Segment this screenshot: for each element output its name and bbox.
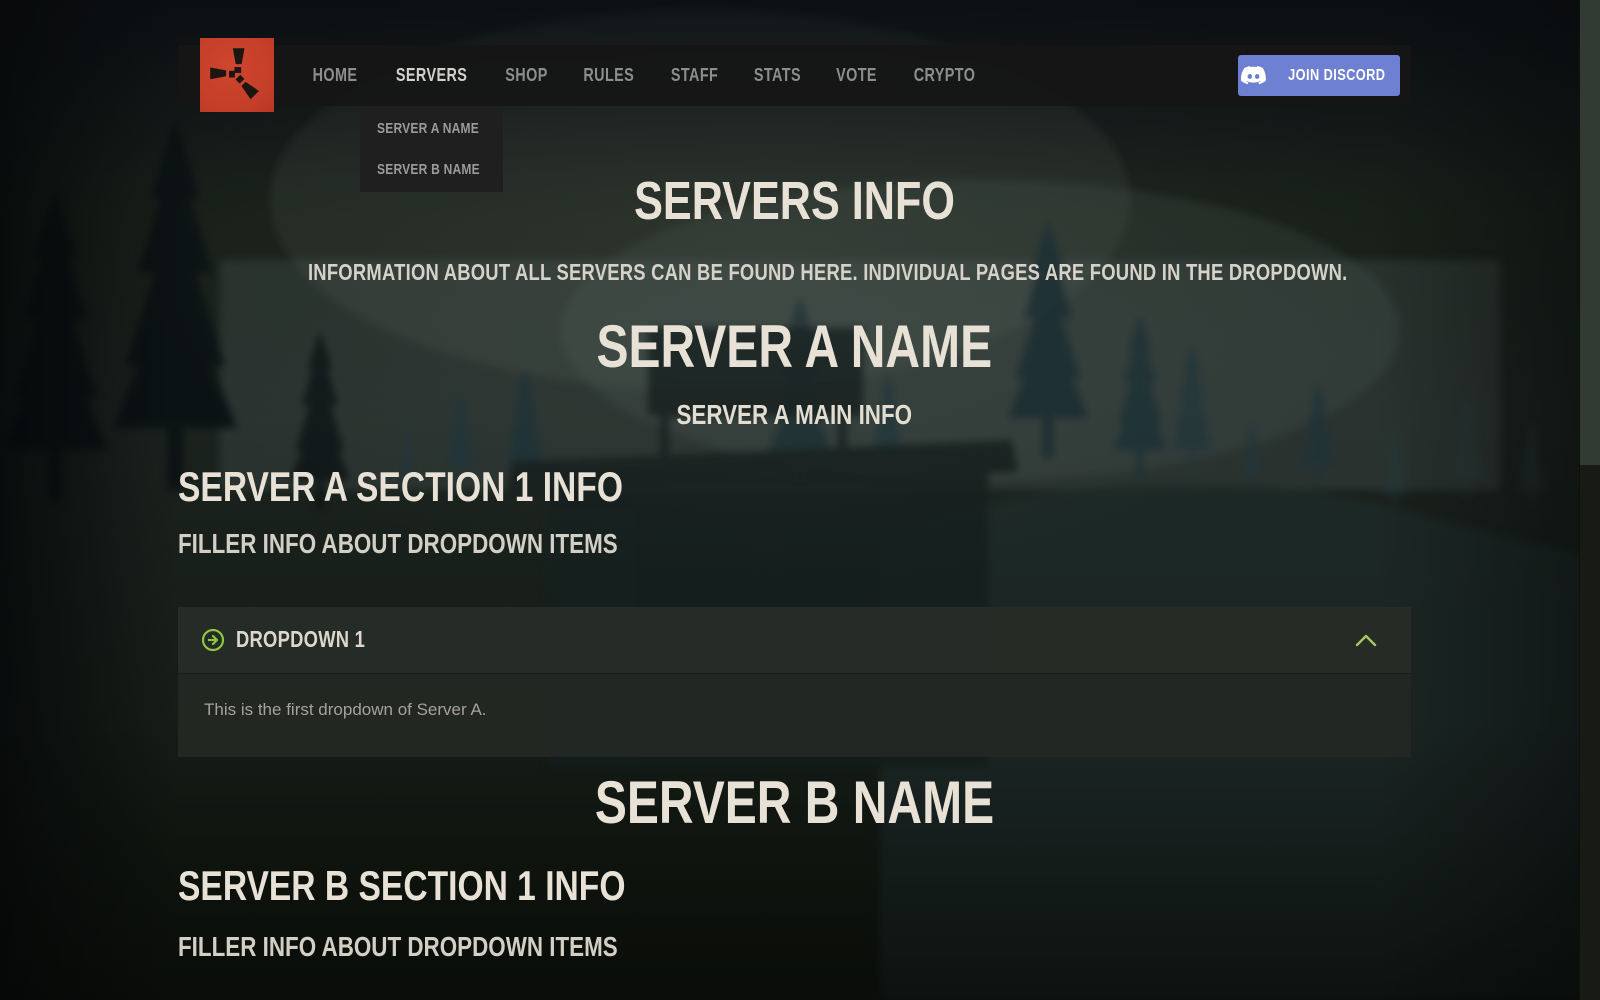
nav-item-servers[interactable]: SERVERS (376, 45, 487, 106)
server-a-section-title: SERVER A SECTION 1 INFO (178, 462, 623, 510)
discord-icon (1241, 65, 1267, 84)
dropdown-1-title: DROPDOWN 1 (236, 626, 366, 653)
nav-item-staff[interactable]: STAFF (654, 45, 735, 106)
dropdown-1-body-text: This is the first dropdown of Server A. (204, 699, 487, 719)
server-a-main-info: SERVER A MAIN INFO (676, 399, 913, 431)
dropdown-item-server-b[interactable]: SERVER B NAME (360, 149, 503, 190)
nav-item-stats[interactable]: STATS (737, 45, 818, 106)
dropdown-1-header[interactable]: DROPDOWN 1 (178, 606, 1411, 674)
server-a-filler-text: FILLER INFO ABOUT DROPDOWN ITEMS (178, 528, 618, 560)
scrollbar-thumb[interactable] (1580, 0, 1600, 465)
rust-logo-icon (210, 48, 259, 100)
nav-item-shop[interactable]: SHOP (489, 45, 564, 106)
dropdown-1-accordion: DROPDOWN 1 This is the first dropdown of… (178, 606, 1411, 757)
scrollbar[interactable] (1579, 0, 1600, 1000)
navbar: HOME SERVERS SHOP RULES STAFF STATS VOTE… (178, 38, 1411, 192)
rust-logo[interactable] (200, 38, 274, 112)
nav-item-vote[interactable]: VOTE (820, 45, 893, 106)
nav-menu: HOME SERVERS SHOP RULES STAFF STATS VOTE… (296, 45, 994, 106)
page-intro: INFORMATION ABOUT ALL SERVERS CAN BE FOU… (307, 258, 1348, 285)
servers-dropdown-menu: SERVER A NAME SERVER B NAME (360, 106, 503, 192)
circle-arrow-right-icon (201, 628, 225, 651)
server-b-title: SERVER B NAME (594, 768, 995, 836)
chevron-up-icon (1355, 634, 1377, 646)
server-a-title: SERVER A NAME (596, 313, 993, 381)
main-content: SERVERS INFO INFORMATION ABOUT ALL SERVE… (178, 106, 1411, 965)
server-b-filler-text: FILLER INFO ABOUT DROPDOWN ITEMS (178, 930, 618, 962)
nav-item-home[interactable]: HOME (296, 45, 374, 106)
nav-item-rules[interactable]: RULES (566, 45, 652, 106)
nav-item-crypto[interactable]: CRYPTO (895, 45, 994, 106)
dropdown-1-body: This is the first dropdown of Server A. (178, 673, 1411, 757)
server-b-section-title: SERVER B SECTION 1 INFO (178, 861, 626, 909)
join-discord-button[interactable]: JOIN DISCORD (1238, 55, 1400, 96)
dropdown-item-server-a[interactable]: SERVER A NAME (360, 108, 503, 149)
